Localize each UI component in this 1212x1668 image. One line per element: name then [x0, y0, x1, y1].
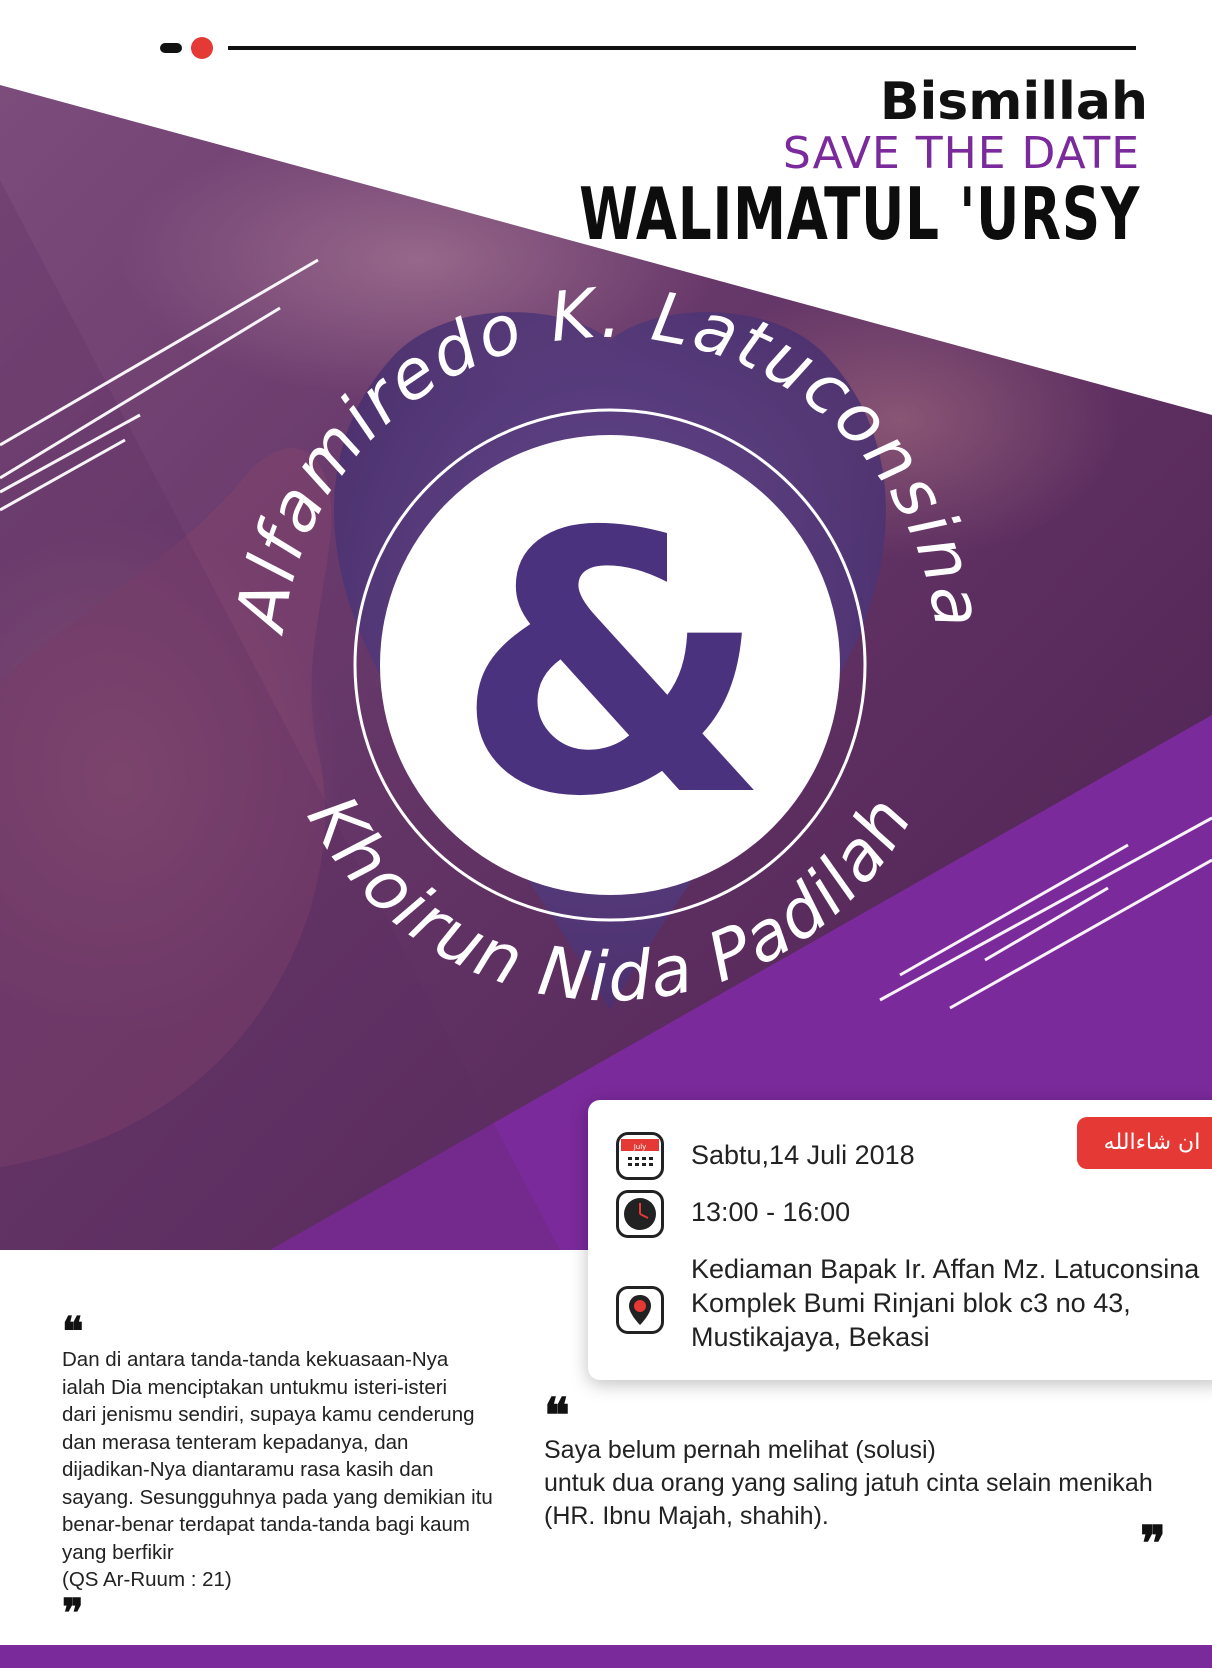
- quote-line: Dan di antara tanda-tanda kekuasaan-Nya: [62, 1348, 449, 1371]
- calendar-icon: July: [616, 1132, 664, 1180]
- event-time: 13:00 - 16:00: [691, 1197, 851, 1227]
- hadith-quote: Saya belum pernah melihat (solusi) untuk…: [544, 1434, 1204, 1533]
- clock-icon: [616, 1190, 664, 1238]
- quote-line: yang berfikir: [62, 1540, 174, 1564]
- location-line-3: Mustikajaya, Bekasi: [691, 1322, 930, 1352]
- quote-close-icon: ❞: [1140, 1516, 1166, 1572]
- quote-line: dijadikan-Nya diantaramu rasa kasih dan: [62, 1458, 434, 1481]
- quote-line: untuk dua orang yang saling jatuh cinta …: [544, 1469, 1153, 1497]
- quote-line: dan merasa tenteram kepadanya, dan: [62, 1430, 409, 1454]
- quote-line: benar-benar terdapat tanda-tanda bagi ka…: [62, 1513, 471, 1536]
- location-line-1: Kediaman Bapak Ir. Affan Mz. Latuconsina: [691, 1254, 1200, 1284]
- quote-source: (HR. Ibnu Majah, shahih).: [544, 1502, 829, 1530]
- event-title: WALIMATUL 'URSY: [578, 172, 1140, 256]
- quote-source: (QS Ar-Ruum : 21): [62, 1568, 232, 1591]
- quran-quote: Dan di antara tanda-tanda kekuasaan-Nya …: [62, 1346, 532, 1594]
- quote-line: ialah Dia menciptakan untukmu isteri-ist…: [62, 1375, 448, 1399]
- quote-close-icon: ❞: [62, 1590, 84, 1637]
- location-line-2: Komplek Bumi Rinjani blok c3 no 43,: [691, 1288, 1131, 1318]
- location-pin-icon: [616, 1286, 664, 1334]
- quote-line: sayang. Sesungguhnya pada yang demikian …: [62, 1485, 493, 1509]
- bismillah-heading: Bismillah: [879, 72, 1148, 132]
- ampersand: &: [455, 456, 769, 875]
- insha-allah-badge: ان شاءالله: [1077, 1117, 1212, 1169]
- quote-line: Saya belum pernah melihat (solusi): [544, 1436, 936, 1464]
- topbar-dot-black: [160, 43, 182, 53]
- topbar-line: [228, 46, 1136, 50]
- bottom-bar: [0, 1645, 1212, 1668]
- quote-open-icon: ❝: [544, 1388, 570, 1444]
- topbar-dot-red: [191, 37, 213, 59]
- quote-line: dari jenismu sendiri, supaya kamu cender…: [62, 1403, 475, 1426]
- event-date: Sabtu,14 Juli 2018: [691, 1140, 915, 1170]
- svg-text:July: July: [633, 1143, 647, 1151]
